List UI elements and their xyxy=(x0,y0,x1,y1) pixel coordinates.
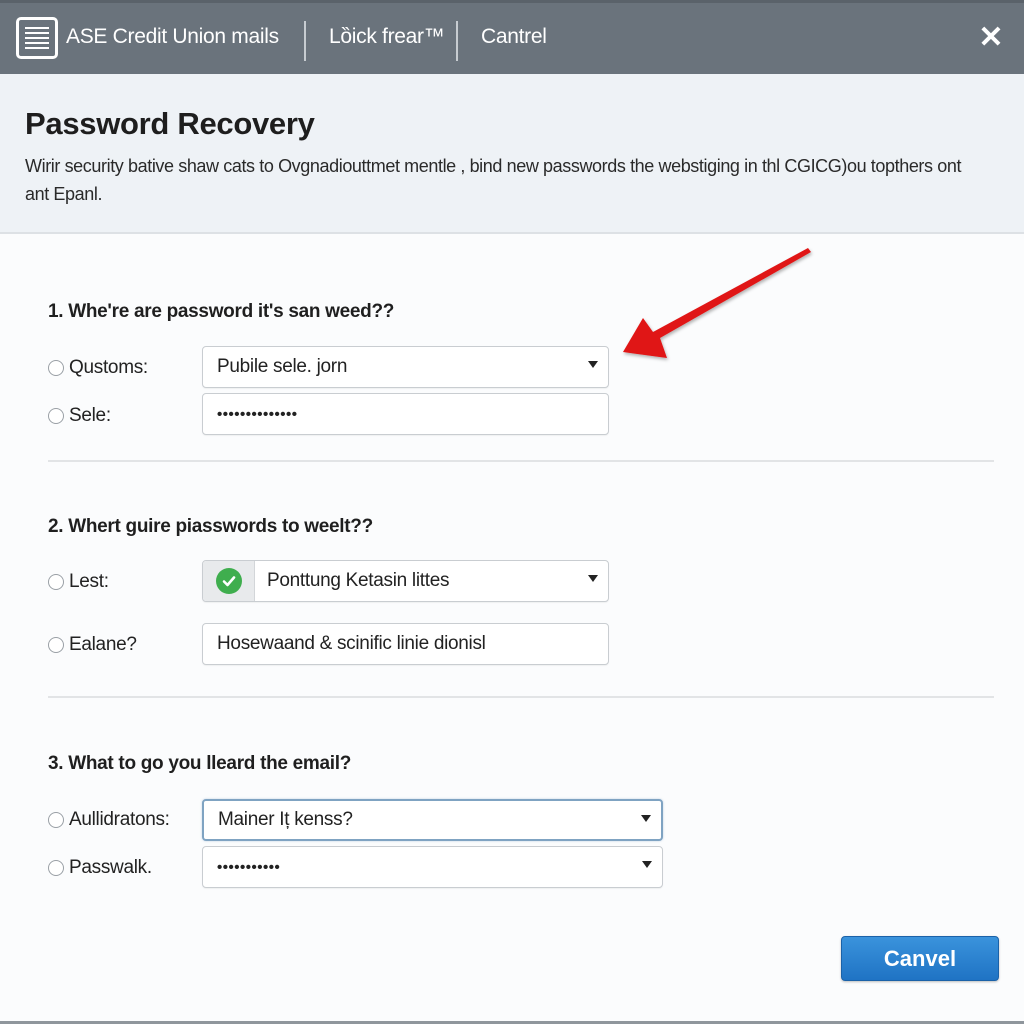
select-value: Ponttung Ketasin littes xyxy=(267,570,450,591)
customs-select[interactable]: Pubile sele. jorn xyxy=(202,346,609,388)
radio-label: Passwalk. xyxy=(69,857,152,878)
radio-button[interactable] xyxy=(48,812,64,828)
page-title: Password Recovery xyxy=(25,106,315,141)
chevron-down-icon[interactable] xyxy=(641,815,651,822)
passwalk-select[interactable]: ••••••••••• xyxy=(202,846,663,888)
select-value: Mainer Iț kenss? xyxy=(218,809,353,830)
radio-option-ealane[interactable]: Ealane? xyxy=(48,634,137,656)
window-titlebar: ASE Credit Union mails Lȍick frear™ Cant… xyxy=(0,0,1024,74)
radio-label: Aullidratons: xyxy=(69,809,170,830)
radio-button[interactable] xyxy=(48,360,64,376)
check-circle-icon xyxy=(215,568,242,594)
title-separator xyxy=(456,21,458,61)
radio-button[interactable] xyxy=(48,860,64,876)
select-addon xyxy=(203,561,255,601)
question-1: 1. Whe're are password it's san weed?? xyxy=(48,301,395,322)
radio-label: Lest: xyxy=(69,571,109,592)
arrow-shape xyxy=(623,248,811,358)
title-tab-control[interactable]: Cantrel xyxy=(481,25,547,49)
lest-select[interactable]: Ponttung Ketasin littes xyxy=(202,560,609,602)
radio-button[interactable] xyxy=(48,574,64,590)
chevron-down-icon[interactable] xyxy=(642,861,652,868)
radio-button[interactable] xyxy=(48,408,64,424)
app-title: ASE Credit Union mails xyxy=(66,25,279,48)
header-panel: Password Recovery Wirir security bative … xyxy=(0,74,1024,234)
radio-label: Sele: xyxy=(69,405,111,426)
close-icon[interactable]: ✕ xyxy=(976,23,1006,53)
page-description: Wirir security bative shaw cats to Ovgna… xyxy=(25,156,962,204)
input-value: Hosewaand & scinific linie dionisl xyxy=(217,633,486,654)
authorizations-select[interactable]: Mainer Iț kenss? xyxy=(202,799,663,841)
radio-option-customs[interactable]: Qustoms: xyxy=(48,357,148,379)
title-separator xyxy=(304,21,306,61)
section-divider xyxy=(48,460,994,462)
radio-label: Qustoms: xyxy=(69,357,148,378)
radio-label: Ealane? xyxy=(69,634,137,655)
radio-option-lest[interactable]: Lest: xyxy=(48,571,109,593)
radio-option-sele[interactable]: Sele: xyxy=(48,405,111,427)
cancel-button[interactable]: Canvel xyxy=(841,936,999,981)
question-2: 2. Whert guire piasswords to weelt?? xyxy=(48,516,373,537)
section-divider xyxy=(48,696,994,698)
password-value: •••••••••••••• xyxy=(217,405,298,423)
title-tab-lock[interactable]: Lȍick frear™ xyxy=(329,25,445,49)
radio-button[interactable] xyxy=(48,637,64,653)
chevron-down-icon[interactable] xyxy=(588,575,598,582)
question-3: 3. What to go you lleard the email? xyxy=(48,753,352,774)
radio-option-authorizations[interactable]: Aullidratons: xyxy=(48,809,170,831)
chevron-down-icon[interactable] xyxy=(588,361,598,368)
password-value: ••••••••••• xyxy=(217,858,281,876)
ealane-input[interactable]: Hosewaand & scinific linie dionisl xyxy=(202,623,609,665)
document-list-icon xyxy=(16,17,58,59)
password-input[interactable]: •••••••••••••• xyxy=(202,393,609,435)
red-arrow-annotation xyxy=(623,248,811,358)
select-value: Pubile sele. jorn xyxy=(217,356,348,377)
radio-option-passwalk[interactable]: Passwalk. xyxy=(48,857,152,879)
